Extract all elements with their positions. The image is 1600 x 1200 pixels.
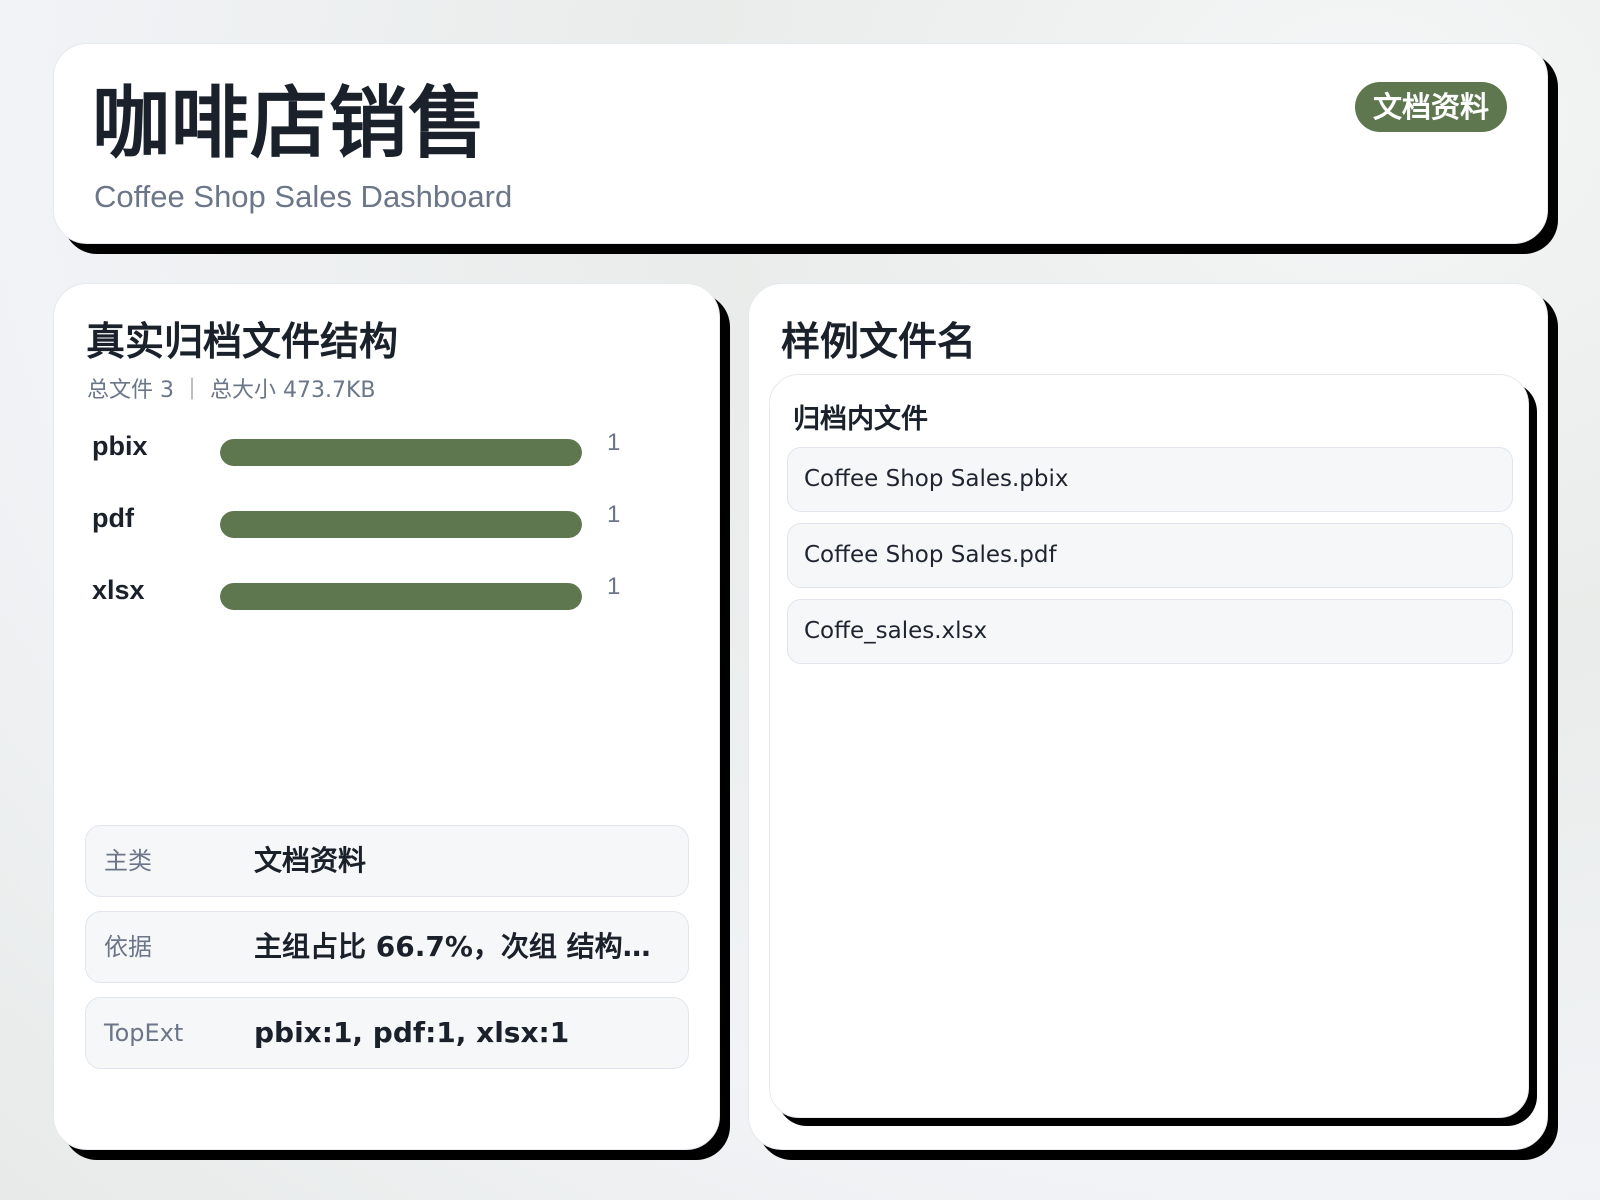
- extension-count: 1: [607, 429, 621, 456]
- extension-count: 1: [607, 501, 621, 528]
- info-row-category: 主类 文档资料: [85, 825, 689, 897]
- extension-label: xlsx: [92, 575, 145, 605]
- file-item[interactable]: Coffe_sales.xlsx: [787, 599, 1513, 664]
- info-value: 文档资料: [254, 844, 367, 877]
- page-subtitle: Coffee Shop Sales Dashboard: [94, 179, 513, 214]
- sample-files-card: 样例文件名 归档内文件 Coffee Shop Sales.pbix Coffe…: [748, 283, 1548, 1150]
- extension-label: pdf: [92, 503, 134, 533]
- info-value: 主组占比 66.7%，次组 结构化...: [254, 930, 669, 963]
- header-card: 咖啡店销售 Coffee Shop Sales Dashboard 文档资料: [53, 43, 1548, 244]
- info-row-basis: 依据 主组占比 66.7%，次组 结构化...: [85, 911, 689, 983]
- file-item[interactable]: Coffee Shop Sales.pdf: [787, 523, 1513, 588]
- structure-stats: 总文件 3 ｜ 总大小 473.7KB: [87, 378, 376, 403]
- extension-bar-track: [220, 511, 582, 538]
- info-key: 主类: [104, 847, 152, 875]
- extension-row-pdf: pdf 1: [92, 501, 692, 541]
- samples-title: 样例文件名: [781, 320, 977, 365]
- info-row-top-ext: TopExt pbix:1, pdf:1, xlsx:1: [85, 997, 689, 1069]
- category-badge: 文档资料: [1354, 82, 1507, 132]
- extension-bar-fill: [220, 583, 582, 610]
- archive-structure-card: 真实归档文件结构 总文件 3 ｜ 总大小 473.7KB pbix 1 pdf …: [53, 283, 720, 1150]
- extension-bar-fill: [220, 511, 582, 538]
- file-item[interactable]: Coffee Shop Sales.pbix: [787, 447, 1513, 512]
- archive-file-panel: 归档内文件 Coffee Shop Sales.pbix Coffee Shop…: [769, 374, 1529, 1118]
- extension-label: pbix: [92, 431, 148, 461]
- extension-row-pbix: pbix 1: [92, 429, 692, 469]
- page-title: 咖啡店销售: [92, 79, 488, 169]
- archive-panel-title: 归档内文件: [793, 404, 928, 435]
- info-key: TopExt: [104, 1019, 184, 1047]
- extension-count: 1: [607, 573, 621, 600]
- extension-bar-track: [220, 439, 582, 466]
- extension-bar-fill: [220, 439, 582, 466]
- extension-row-xlsx: xlsx 1: [92, 573, 692, 613]
- structure-title: 真实归档文件结构: [86, 320, 399, 365]
- info-key: 依据: [104, 933, 152, 961]
- info-value: pbix:1, pdf:1, xlsx:1: [254, 1016, 570, 1049]
- extension-bar-track: [220, 583, 582, 610]
